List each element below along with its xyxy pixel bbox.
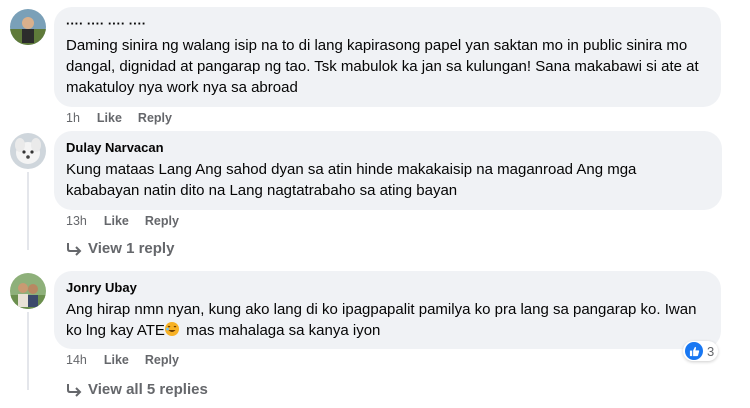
reaction-summary[interactable]: 3 xyxy=(683,341,719,361)
comment-text: Kung mataas Lang Ang sahod dyan sa atin … xyxy=(66,161,637,199)
avatar[interactable] xyxy=(10,9,46,45)
view-replies-label[interactable]: View all 5 replies xyxy=(88,381,208,398)
reply-arrow-icon xyxy=(67,383,82,397)
like-thumb-icon xyxy=(685,342,703,360)
comment-time[interactable]: 14h xyxy=(66,353,87,367)
reply-arrow-icon xyxy=(67,242,82,256)
comment-time[interactable]: 13h xyxy=(66,214,87,228)
comment-actions: 1h Like Reply xyxy=(66,110,188,126)
comment-author[interactable]: ···· ···· ···· ···· xyxy=(66,15,709,32)
comment-actions: 14h Like Reply xyxy=(66,352,195,368)
comment-text-part: mas mahalaga sa kanya iyon xyxy=(181,322,381,339)
reply-button[interactable]: Reply xyxy=(138,111,172,125)
reply-button[interactable]: Reply xyxy=(145,353,179,367)
laughing-emoji-icon xyxy=(164,322,179,336)
comment-text: Ang hirap nmn nyan, kung ako lang di ko … xyxy=(66,299,709,341)
comment-text: Daming sinira ng walang isip na to di la… xyxy=(66,37,699,96)
thread-line xyxy=(27,312,47,390)
comment-author[interactable]: Jonry Ubay xyxy=(66,279,709,296)
avatar[interactable] xyxy=(10,133,46,169)
comment-actions: 13h Like Reply xyxy=(66,213,195,229)
reaction-count: 3 xyxy=(707,343,715,359)
comment-time[interactable]: 1h xyxy=(66,111,80,125)
like-button[interactable]: Like xyxy=(97,111,122,125)
like-button[interactable]: Like xyxy=(104,353,129,367)
comment-text-part: Ang hirap nmn nyan, kung ako lang di ko … xyxy=(66,301,697,339)
comment-author[interactable]: Dulay Narvacan xyxy=(66,139,710,156)
view-replies-link[interactable]: View all 5 replies xyxy=(66,381,208,398)
comment-bubble: ···· ···· ···· ···· Daming sinira ng wal… xyxy=(54,7,721,107)
avatar[interactable] xyxy=(10,273,46,309)
reply-button[interactable]: Reply xyxy=(145,214,179,228)
thread-line xyxy=(27,172,47,250)
like-button[interactable]: Like xyxy=(104,214,129,228)
comment-bubble: Jonry Ubay Ang hirap nmn nyan, kung ako … xyxy=(54,271,721,349)
comment-bubble: Dulay Narvacan Kung mataas Lang Ang saho… xyxy=(54,131,722,210)
view-replies-link[interactable]: View 1 reply xyxy=(66,240,174,257)
view-replies-label[interactable]: View 1 reply xyxy=(88,240,174,257)
